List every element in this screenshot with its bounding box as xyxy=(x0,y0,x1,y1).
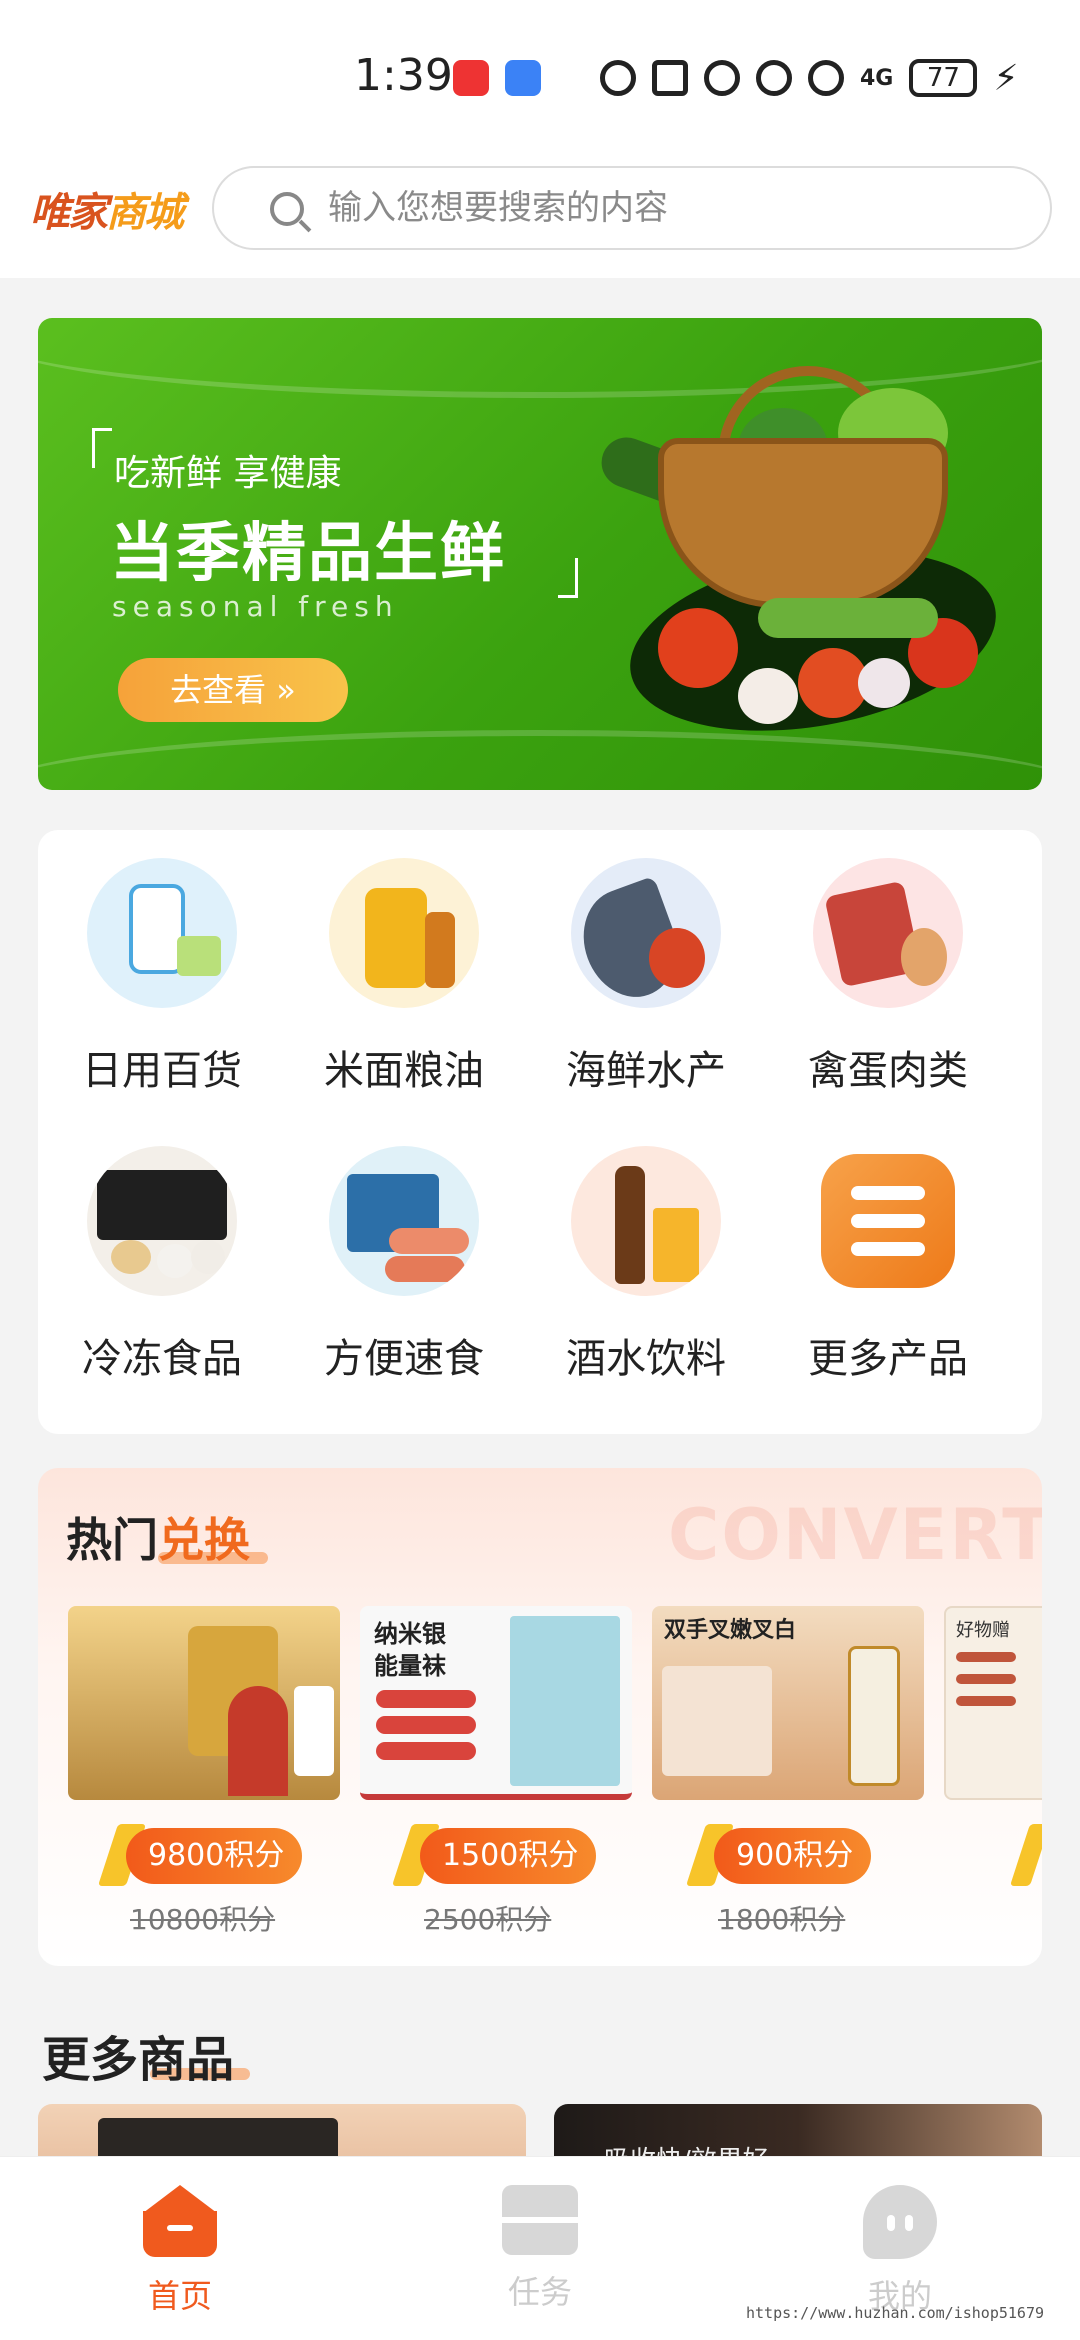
category-grid: 日用百货 米面粮油 海鲜水产 禽蛋肉类 冷冻食品 方便速食 酒水饮料 更多产品 xyxy=(38,830,1042,1434)
category-frozen-food[interactable]: 冷冻食品 xyxy=(62,1146,262,1384)
meat-icon xyxy=(813,858,963,1008)
category-meat-eggs[interactable]: 禽蛋肉类 xyxy=(788,858,988,1096)
product-card[interactable] xyxy=(38,2104,526,2164)
category-label: 更多产品 xyxy=(808,1336,968,1382)
points-value: 1500积分 xyxy=(420,1828,597,1884)
frozen-food-icon xyxy=(87,1146,237,1296)
category-label: 冷冻食品 xyxy=(82,1336,242,1382)
bluetooth-icon xyxy=(704,60,740,96)
hot-exchange-section: CONVERT 热门兑换 纳米银 能量袜 双手叉嫩叉白 好物赠 9800积分 1… xyxy=(38,1468,1042,1966)
bolt-icon xyxy=(1009,1824,1042,1886)
category-label: 禽蛋肉类 xyxy=(808,1048,968,1094)
mute-bell-icon xyxy=(756,60,792,96)
logo-part2: 商城 xyxy=(106,190,184,236)
battery-icon: 77 xyxy=(909,59,978,97)
watermark-text: https://www.huzhan.com/ishop51679 xyxy=(745,2304,1044,2322)
usb-icon xyxy=(505,60,541,96)
onion-image xyxy=(858,658,910,708)
onion-image xyxy=(738,668,798,724)
more-list-icon xyxy=(821,1154,955,1288)
huawei-app-icon xyxy=(453,60,489,96)
tab-profile[interactable]: 我的 xyxy=(810,2185,990,2317)
banner-title: 当季精品生鲜 xyxy=(110,517,506,591)
banner-bracket xyxy=(558,558,578,598)
category-label: 海鲜水产 xyxy=(566,1048,726,1094)
points-value: 9800积分 xyxy=(126,1828,303,1884)
tab-label: 任务 xyxy=(507,2273,572,2311)
original-points: 2500积分 xyxy=(424,1903,552,1936)
banner-bracket xyxy=(92,428,112,468)
oil-icon xyxy=(329,858,479,1008)
banner-english: seasonal fresh xyxy=(112,590,399,623)
tab-tasks[interactable]: 任务 xyxy=(450,2185,630,2313)
search-icon xyxy=(270,192,304,226)
banner-wave xyxy=(38,318,1042,398)
home-icon xyxy=(143,2185,217,2259)
points-value: 900积分 xyxy=(714,1828,872,1884)
charging-icon: ⚡ xyxy=(993,57,1019,99)
category-more-products[interactable]: 更多产品 xyxy=(788,1146,988,1384)
category-label: 方便速食 xyxy=(324,1336,484,1382)
category-drinks[interactable]: 酒水饮料 xyxy=(546,1146,746,1384)
category-label: 日用百货 xyxy=(82,1048,242,1094)
nfc-icon xyxy=(652,60,688,96)
original-points: 1800积分 xyxy=(718,1903,846,1936)
banner-view-button[interactable]: 去查看 » xyxy=(118,658,348,722)
chat-face-icon xyxy=(863,2185,937,2259)
original-points: 10800积分 xyxy=(130,1903,276,1936)
category-rice-oil[interactable]: 米面粮油 xyxy=(304,858,504,1096)
status-bar: 1:39 4G 77 ⚡ xyxy=(0,0,1080,150)
search-input[interactable] xyxy=(328,168,1028,248)
fish-icon xyxy=(571,858,721,1008)
promo-banner[interactable]: 吃新鲜 享健康 当季精品生鲜 seasonal fresh 去查看 » xyxy=(38,318,1042,790)
instant-food-icon xyxy=(329,1146,479,1296)
banner-wave xyxy=(38,730,1042,790)
briefcase-icon xyxy=(502,2185,578,2255)
beer-icon xyxy=(571,1146,721,1296)
more-products-title: 更多商品 xyxy=(42,2032,235,2088)
product-card[interactable]: 吸收快/效果好 xyxy=(554,2104,1042,2164)
tomato-image xyxy=(658,608,738,688)
tab-home[interactable]: 首页 xyxy=(90,2185,270,2317)
category-label: 酒水饮料 xyxy=(566,1336,726,1382)
status-icons: 4G 77 ⚡ xyxy=(600,54,1019,102)
category-seafood[interactable]: 海鲜水产 xyxy=(546,858,746,1096)
carrot-image xyxy=(758,598,938,638)
category-label: 米面粮油 xyxy=(324,1048,484,1094)
status-time: 1:39 xyxy=(354,50,453,101)
logo-part1: 唯家 xyxy=(30,190,108,236)
header: 唯家商城 xyxy=(0,150,1080,278)
banner-subtitle: 吃新鲜 享健康 xyxy=(114,453,342,494)
category-instant-food[interactable]: 方便速食 xyxy=(304,1146,504,1384)
detergent-icon xyxy=(87,858,237,1008)
bottom-tab-bar: 首页 任务 我的 https://www.huzhan.com/ishop516… xyxy=(0,2156,1080,2340)
search-bar[interactable] xyxy=(212,166,1052,250)
price-row: 9800积分 10800积分 1500积分 2500积分 900积分 1800积… xyxy=(68,1468,1042,1966)
network-type: 4G xyxy=(860,65,894,91)
wifi-icon xyxy=(808,60,844,96)
app-logo[interactable]: 唯家商城 xyxy=(30,180,184,238)
speed-icon xyxy=(600,60,636,96)
category-daily-goods[interactable]: 日用百货 xyxy=(62,858,262,1096)
tab-label: 首页 xyxy=(147,2277,212,2315)
